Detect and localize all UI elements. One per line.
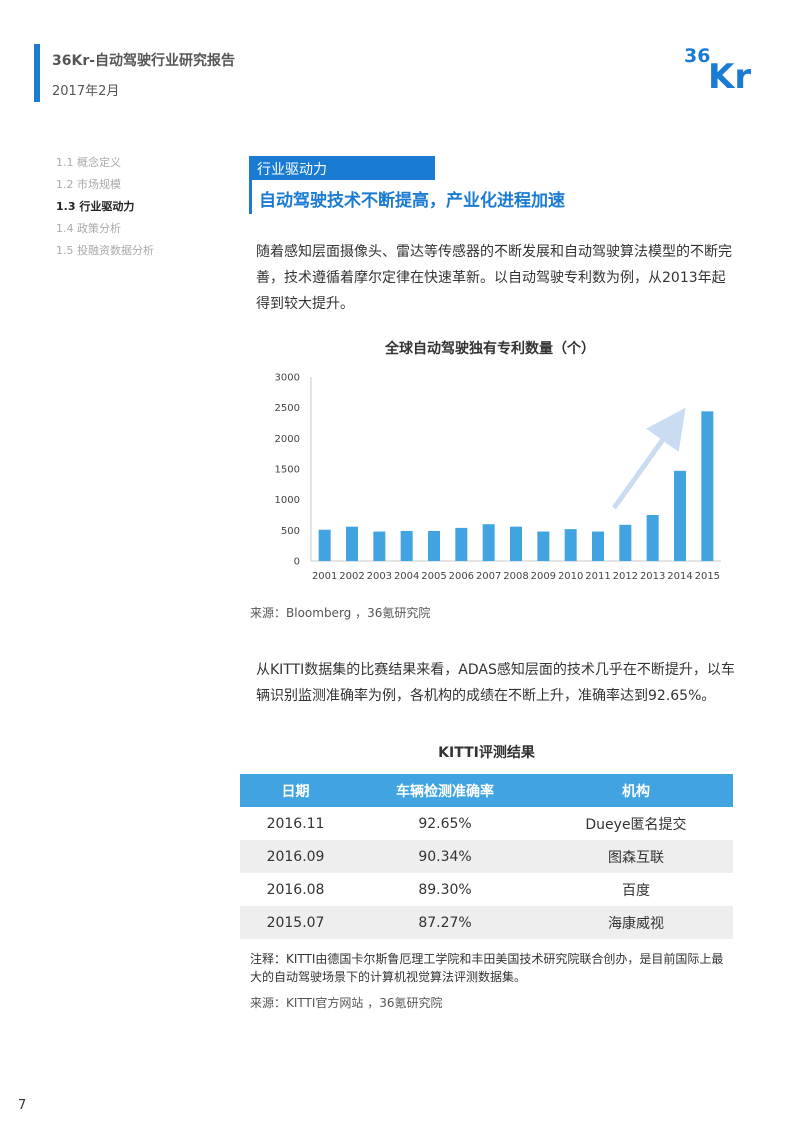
page-number: 7 — [18, 1098, 27, 1113]
bar-2002 — [346, 526, 358, 561]
logo-text-kr: Kr — [708, 57, 751, 94]
table-row: 2016.11 92.65% Dueye匿名提交 — [240, 807, 733, 840]
column-header-accuracy: 车辆检测准确率 — [351, 774, 539, 807]
y-tick-label: 1500 — [275, 465, 300, 476]
trend-arrow — [611, 407, 686, 510]
intro-paragraph: 随着感知层面摄像头、雷达等传感器的不断发展和自动驾驶算法模型的不断完善，技术遵循… — [256, 244, 732, 312]
toc-item-active[interactable]: 1.3 行业驱动力 — [56, 200, 154, 222]
x-tick-label: 2011 — [585, 571, 610, 582]
bar-2001 — [318, 529, 331, 561]
table-row: 2016.09 90.34% 图森互联 — [240, 840, 733, 873]
table-source: 来源：KITTI官方网站 ，36氪研究院 — [250, 996, 443, 1010]
bar-2008 — [510, 526, 522, 561]
chart-title: 全球自动驾驶独有专利数量（个） — [385, 341, 595, 357]
cell-date: 2016.11 — [266, 815, 325, 832]
y-tick-label: 1000 — [275, 495, 300, 506]
table-row: 2015.07 87.27% 海康威视 — [240, 906, 733, 939]
bar-2003 — [373, 531, 386, 561]
chart-source: 来源：Bloomberg ，36氪研究院 — [250, 606, 431, 620]
cell-org: 图森互联 — [538, 840, 733, 873]
cell-accuracy: 90.34% — [351, 840, 539, 873]
x-tick-label: 2007 — [476, 571, 501, 582]
cell-accuracy: 89.30% — [418, 881, 472, 898]
table-header-row: 日期 车辆检测准确率 机构 — [240, 774, 733, 807]
y-tick-label: 2500 — [275, 403, 300, 414]
logo-text-36: 36 — [684, 45, 710, 67]
cell-accuracy: 87.27% — [351, 906, 539, 939]
y-tick-label: 2000 — [275, 434, 300, 445]
bar-2010 — [564, 529, 577, 561]
x-tick-label: 2013 — [640, 571, 665, 582]
x-tick-label: 2009 — [531, 571, 556, 582]
cell-org: 海康威视 — [538, 906, 733, 939]
cell-date: 2015.07 — [240, 906, 352, 939]
x-tick-label: 2003 — [367, 571, 392, 582]
table-row: 2016.08 89.30% 百度 — [240, 873, 733, 906]
column-header-date: 日期 — [240, 774, 352, 807]
section-title-accent — [249, 180, 252, 214]
toc-item[interactable]: 1.1 概念定义 — [56, 156, 154, 178]
report-date: 2017年2月 — [52, 84, 120, 99]
cell-org: 百度 — [621, 882, 650, 899]
x-tick-label: 2005 — [421, 571, 446, 582]
y-tick-label: 500 — [281, 526, 300, 537]
bar-2015 — [701, 411, 714, 561]
bar-2009 — [537, 531, 550, 561]
table-note: 注释：KITTI由德国卡尔斯鲁厄理工学院和丰田美国技术研究院联合创办，是目前国际… — [250, 952, 724, 984]
report-title: 36Kr-自动驾驶行业研究报告 — [52, 53, 236, 69]
toc-item[interactable]: 1.2 市场规模 — [56, 178, 154, 200]
bar-2014 — [674, 470, 686, 561]
y-tick-label: 0 — [294, 557, 300, 568]
kitti-paragraph: 从KITTI数据集的比赛结果来看，ADAS感知层面的技术几乎在不断提升，以车辆识… — [256, 662, 735, 704]
header-accent-bar — [34, 44, 40, 102]
bar-2012 — [619, 524, 632, 561]
x-tick-label: 2004 — [394, 571, 419, 582]
x-tick-label: 2012 — [613, 571, 638, 582]
x-tick-label: 2014 — [667, 571, 692, 582]
section-title: 自动驾驶技术不断提高，产业化进程加速 — [259, 191, 565, 211]
table-title: KITTI评测结果 — [438, 745, 535, 761]
cell-date: 2016.09 — [240, 840, 352, 873]
toc-item[interactable]: 1.5 投融资数据分析 — [56, 244, 154, 266]
x-tick-label: 2002 — [339, 571, 364, 582]
toc-item[interactable]: 1.4 政策分析 — [56, 222, 154, 244]
cell-org: Dueye匿名提交 — [585, 816, 687, 833]
brand-logo: 36 Kr — [684, 45, 751, 94]
x-tick-label: 2001 — [312, 571, 337, 582]
bar-2007 — [482, 524, 495, 561]
cell-date: 2016.08 — [266, 881, 325, 898]
table-of-contents: 1.1 概念定义 1.2 市场规模 1.3 行业驱动力 1.4 政策分析 1.5… — [56, 156, 154, 266]
kitti-results-table: 日期 车辆检测准确率 机构 2016.11 92.65% Dueye匿名提交 2… — [240, 774, 733, 939]
y-tick-label: 3000 — [275, 373, 300, 384]
bar-2006 — [455, 527, 468, 561]
bar-2005 — [428, 530, 440, 561]
x-tick-label: 2010 — [558, 571, 583, 582]
bar-2004 — [400, 530, 413, 561]
bar-2013 — [646, 515, 659, 561]
x-tick-label: 2008 — [503, 571, 528, 582]
x-tick-label: 2015 — [695, 571, 720, 582]
bar-2011 — [592, 531, 604, 561]
cell-accuracy: 92.65% — [418, 815, 472, 832]
section-label: 行业驱动力 — [257, 162, 327, 178]
column-header-org: 机构 — [538, 774, 733, 807]
x-tick-label: 2006 — [449, 571, 474, 582]
